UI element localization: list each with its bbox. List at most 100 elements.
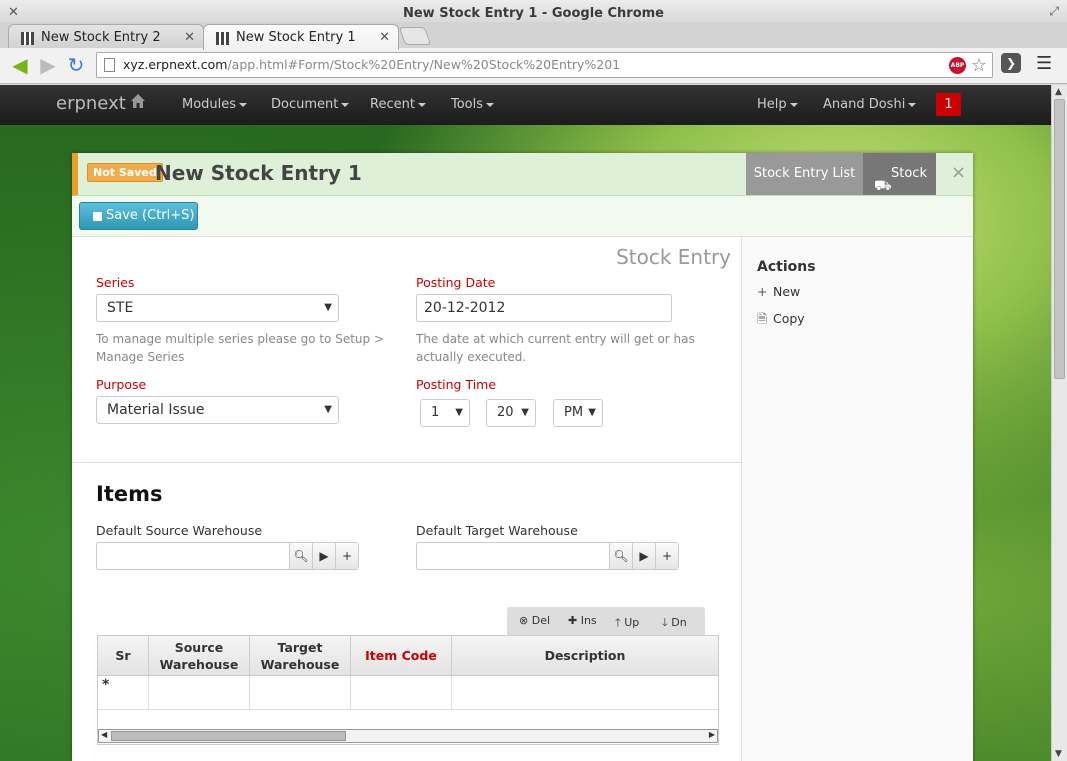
notification-count-badge[interactable]: 1	[936, 93, 961, 116]
posting-ampm-select[interactable]: PM ▼	[553, 399, 603, 427]
plus-icon: ✚	[568, 614, 578, 627]
form-body: Stock Entry Series STE ▼ To manage multip…	[72, 237, 742, 761]
grid-header-source-warehouse: Source Warehouse	[149, 636, 250, 676]
caret-down-icon	[908, 102, 917, 107]
form-header: Not Saved New Stock Entry 1 Stock Entry …	[72, 153, 973, 196]
grid-up-button[interactable]: 🡑 Up	[615, 614, 639, 633]
actions-title: Actions	[757, 259, 816, 275]
status-badge: Not Saved	[87, 163, 163, 182]
grid-cell[interactable]	[149, 676, 250, 710]
grid-new-row-marker[interactable]: *	[98, 676, 149, 710]
stock-module-button[interactable]: ⛟ Stock	[863, 153, 936, 195]
posting-hour-select[interactable]: 1 ▼	[420, 399, 470, 427]
grid-cell[interactable]	[250, 676, 351, 710]
grid-header-target-warehouse: Target Warehouse	[250, 636, 351, 676]
grid-header-description: Description	[452, 636, 718, 676]
grid-toolbar: ⊗ Del ✚ Ins 🡑 Up 🡓 Dn	[507, 607, 705, 635]
grid-cell[interactable]	[452, 676, 718, 710]
pocket-icon[interactable]: ❯	[1001, 53, 1021, 73]
url-path: /app.html#Form/Stock%20Entry/New%20Stock…	[227, 57, 621, 72]
dropdown-arrow-icon: ▼	[455, 407, 463, 418]
dropdown-arrow-icon: ▼	[324, 404, 332, 415]
caret-down-icon	[789, 102, 798, 107]
arrow-down-icon: 🡓	[662, 616, 668, 629]
address-bar[interactable]: xyz.erpnext.com/app.html#Form/Stock%20En…	[96, 52, 993, 78]
url-host: xyz.erpnext.com	[123, 57, 228, 72]
erpnext-favicon-icon	[21, 32, 34, 45]
brand-logo[interactable]: erpnext	[56, 93, 126, 114]
grid-down-button[interactable]: 🡓 Dn	[662, 614, 687, 633]
window-maximize-icon[interactable]: ⤢	[1049, 5, 1059, 18]
nav-menu-help[interactable]: Help	[757, 97, 798, 112]
open-link-icon[interactable]: ▶	[632, 543, 655, 569]
search-icon[interactable]: 🔍︎	[609, 543, 632, 569]
add-icon[interactable]: +	[335, 543, 358, 569]
grid-insert-button[interactable]: ✚ Ins	[568, 614, 597, 627]
nav-menu-modules[interactable]: Modules	[182, 97, 248, 112]
section-divider	[72, 462, 742, 463]
search-icon[interactable]: 🔍︎	[289, 543, 312, 569]
open-link-icon[interactable]: ▶	[312, 543, 335, 569]
posting-date-help: The date at which current entry will get…	[416, 332, 695, 364]
default-target-warehouse-field[interactable]: 🔍︎ ▶ +	[416, 542, 679, 570]
save-button[interactable]: Save (Ctrl+S)	[79, 202, 198, 230]
sidebar: Actions + New 🗎 Copy	[743, 237, 973, 761]
tab-new-stock-entry-2[interactable]: New Stock Entry 2 ✕	[8, 24, 204, 50]
window-close-icon[interactable]: ✕	[8, 6, 19, 19]
posting-date-input[interactable]: 20-12-2012	[416, 294, 672, 322]
grid-horizontal-scrollbar[interactable]: ◀ ▶	[98, 729, 718, 743]
posting-time-label: Posting Time	[416, 377, 497, 392]
page-scrollbar[interactable]: ▲ ▼	[1051, 85, 1067, 761]
page-viewport: erpnext Modules Document Recent Tools He…	[0, 85, 1051, 761]
arrow-up-icon: 🡑	[615, 616, 621, 629]
scroll-down-icon[interactable]: ▼	[1055, 749, 1062, 759]
caret-down-icon	[486, 102, 495, 107]
items-section-title: Items	[96, 482, 163, 506]
add-icon[interactable]: +	[655, 543, 678, 569]
remove-circle-icon: ⊗	[519, 614, 529, 627]
forward-arrow-icon[interactable]: ▶	[36, 54, 60, 76]
items-grid: Sr Source Warehouse Target Warehouse Ite…	[97, 635, 719, 745]
posting-minute-select[interactable]: 20 ▼	[486, 399, 536, 427]
dropdown-arrow-icon: ▼	[585, 400, 596, 426]
close-icon[interactable]: ×	[951, 162, 966, 183]
tab-new-stock-entry-1[interactable]: New Stock Entry 1 ✕	[203, 24, 399, 50]
purpose-select[interactable]: Material Issue ▼	[96, 396, 339, 424]
scroll-right-icon[interactable]: ▶	[709, 730, 715, 739]
nav-menu-recent[interactable]: Recent	[370, 97, 426, 112]
window-title: New Stock Entry 1 - Google Chrome	[402, 6, 664, 21]
sidebar-action-copy[interactable]: 🗎 Copy	[757, 310, 805, 331]
form-panel: Not Saved New Stock Entry 1 Stock Entry …	[72, 153, 973, 761]
nav-menu-document[interactable]: Document	[271, 97, 350, 112]
adblock-icon[interactable]: ABP	[949, 57, 966, 74]
grid-cell[interactable]	[351, 676, 452, 710]
close-tab-icon[interactable]: ✕	[379, 30, 390, 45]
doctype-label: Stock Entry	[616, 245, 731, 269]
dropdown-arrow-icon: ▼	[324, 302, 332, 313]
plus-icon: +	[757, 284, 768, 299]
scroll-up-icon[interactable]: ▲	[1055, 87, 1062, 97]
scroll-thumb[interactable]	[1054, 99, 1065, 379]
page-icon	[104, 58, 115, 72]
chrome-menu-icon[interactable]: ☰	[1036, 54, 1052, 74]
grid-header-item-code: Item Code	[351, 636, 452, 676]
scroll-thumb[interactable]	[111, 731, 346, 741]
tab-strip: New Stock Entry 2 ✕ New Stock Entry 1 ✕	[0, 22, 1067, 50]
posting-date-label: Posting Date	[416, 275, 496, 290]
tab-label: New Stock Entry 2	[41, 30, 161, 45]
series-help: To manage multiple series please go to S…	[96, 332, 384, 364]
default-target-warehouse-label: Default Target Warehouse	[416, 523, 578, 538]
user-menu[interactable]: Anand Doshi	[823, 97, 917, 112]
series-select[interactable]: STE ▼	[96, 294, 339, 322]
stock-entry-list-button[interactable]: Stock Entry List	[746, 153, 863, 195]
sidebar-action-new[interactable]: + New	[757, 284, 800, 299]
grid-delete-button[interactable]: ⊗ Del	[519, 614, 550, 627]
reload-icon[interactable]: ↻	[64, 54, 88, 76]
scroll-left-icon[interactable]: ◀	[101, 730, 107, 739]
bookmark-star-icon[interactable]: ☆	[971, 54, 987, 78]
close-tab-icon[interactable]: ✕	[184, 30, 195, 45]
nav-menu-tools[interactable]: Tools	[451, 97, 495, 112]
back-arrow-icon[interactable]: ◀	[8, 54, 32, 76]
default-source-warehouse-field[interactable]: 🔍︎ ▶ +	[96, 542, 359, 570]
home-icon[interactable]	[130, 93, 146, 109]
